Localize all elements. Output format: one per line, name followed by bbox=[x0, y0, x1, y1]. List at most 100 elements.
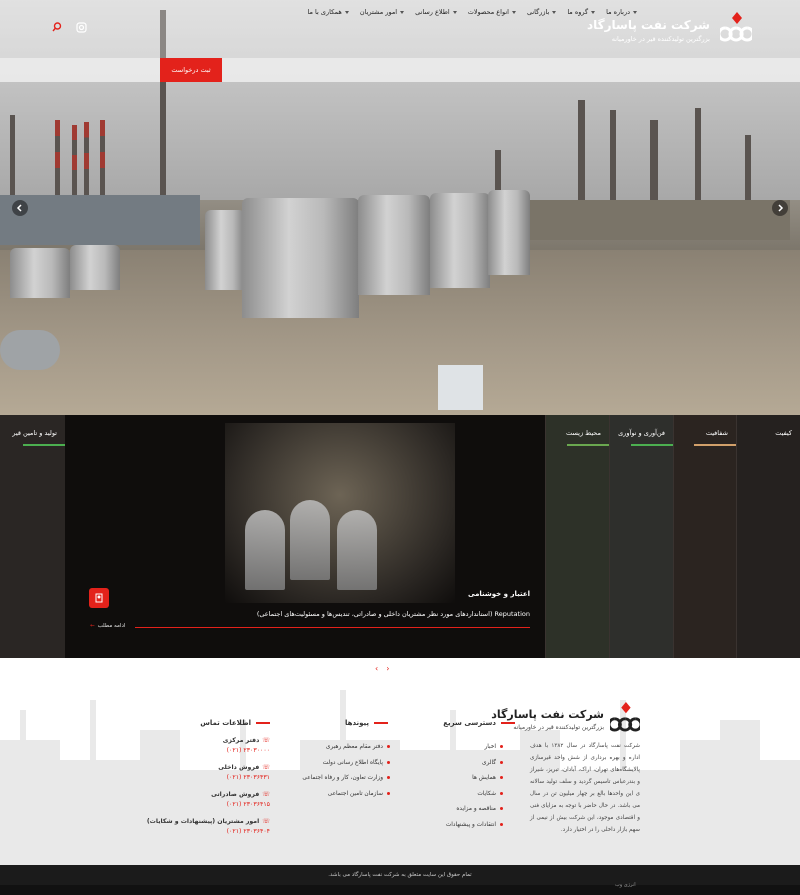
slider-pager: ‹ › bbox=[375, 664, 389, 673]
storage-tank-graphic bbox=[205, 210, 245, 290]
trophy-graphic bbox=[337, 510, 377, 590]
chevron-left-icon bbox=[16, 204, 22, 212]
nav-item-products[interactable]: انواع محصولات bbox=[468, 8, 516, 16]
refinery-structure-graphic bbox=[530, 200, 790, 240]
contact-item: ☏ امور مشتریان (پیشنهادات و شکایات) (۰۲۱)… bbox=[130, 818, 270, 835]
bottom-strip bbox=[0, 885, 800, 895]
footer-about: شرکت نفت پاسارگاد در سال ۱۳۸۲ با هدف ادا… bbox=[530, 743, 640, 833]
external-link[interactable]: پایگاه اطلاع رسانی دولت bbox=[302, 756, 390, 772]
chimney-graphic bbox=[72, 125, 77, 200]
value-active-panel: اعتبار و خوشنامی Reputation (استانداردها… bbox=[65, 415, 545, 658]
value-tab-underline bbox=[631, 444, 673, 446]
nav-item-group[interactable]: گروه ما bbox=[567, 8, 595, 16]
contact-phone[interactable]: (۰۲۱) ۲۳۰۳۶۴۱۵ bbox=[130, 801, 270, 808]
header-icons bbox=[50, 20, 88, 34]
storage-tank-graphic bbox=[488, 190, 530, 275]
external-link[interactable]: وزارت تعاون، کار و رفاه اجتماعی bbox=[302, 771, 390, 787]
value-tab-underline bbox=[23, 444, 65, 446]
chimney-graphic bbox=[100, 120, 105, 200]
slider-prev-button[interactable] bbox=[12, 200, 28, 216]
external-link[interactable]: دفتر مقام معظم رهبری bbox=[302, 740, 390, 756]
chevron-right-icon[interactable]: › bbox=[386, 664, 389, 673]
value-tab-environment[interactable]: محیط زیست bbox=[545, 415, 609, 658]
contact-list: ☏ دفتر مرکزی (۰۲۱) ۲۳۰۳۰۰۰۰ ☏ فروش داخلی (… bbox=[130, 737, 270, 845]
quick-link[interactable]: مناقصه و مزایده bbox=[446, 802, 503, 818]
quick-link[interactable]: اخبار bbox=[446, 740, 503, 756]
quick-link[interactable]: همایش ها bbox=[446, 771, 503, 787]
chimney-graphic bbox=[10, 115, 15, 200]
quick-link[interactable]: گالری bbox=[446, 756, 503, 772]
tanker-truck-graphic bbox=[0, 330, 60, 370]
request-button[interactable]: ثبت درخواست bbox=[160, 58, 222, 82]
slider-next-button[interactable] bbox=[772, 200, 788, 216]
phone-icon: ☏ bbox=[262, 737, 270, 744]
arrow-left-icon: ← bbox=[90, 623, 95, 629]
skyline-graphic bbox=[0, 690, 800, 865]
value-tab-production[interactable]: تولید و تامین قیر bbox=[0, 415, 65, 658]
read-more-label: ادامه مطلب bbox=[97, 623, 126, 629]
phone-icon: ☏ bbox=[262, 764, 270, 771]
warehouse-graphic bbox=[0, 195, 200, 245]
read-more-link[interactable]: ادامه مطلب ← bbox=[90, 623, 125, 629]
value-tab-label: فن‌آوری و نوآوری bbox=[618, 429, 665, 437]
storage-tank-graphic bbox=[242, 198, 359, 318]
links-list: دفتر مقام معظم رهبری پایگاه اطلاع رسانی … bbox=[302, 740, 390, 802]
contact-phone[interactable]: (۰۲۱) ۲۳۰۳۶۴۰۴ bbox=[130, 828, 270, 835]
contact-item: ☏ فروش صادراتی (۰۲۱) ۲۳۰۳۶۴۱۵ bbox=[130, 791, 270, 808]
chevron-left-icon[interactable]: ‹ bbox=[375, 664, 378, 673]
contact-label: فروش صادراتی bbox=[211, 791, 260, 798]
quick-link[interactable]: شکایات bbox=[446, 787, 503, 803]
trophy-graphic bbox=[245, 510, 285, 590]
values-section: کیفیت شفافیت فن‌آوری و نوآوری محیط زیست … bbox=[0, 415, 800, 658]
value-tab-underline bbox=[694, 444, 736, 446]
value-tab-label: کیفیت bbox=[775, 429, 792, 437]
value-tab-label: تولید و تامین قیر bbox=[12, 429, 57, 437]
value-tab-underline bbox=[567, 444, 609, 446]
brand-subtitle: بزرگترین تولیدکننده قیر در خاورمیانه bbox=[611, 35, 710, 43]
search-icon[interactable] bbox=[50, 20, 64, 34]
chevron-right-icon bbox=[778, 204, 784, 212]
value-tab-technology[interactable]: فن‌آوری و نوآوری bbox=[609, 415, 673, 658]
contact-label: امور مشتریان (پیشنهادات و شکایات) bbox=[146, 818, 260, 825]
copyright-bar: تمام حقوق این سایت متعلق به شرکت نفت پاس… bbox=[0, 865, 800, 885]
value-tab-label: شفافیت bbox=[705, 429, 728, 437]
nav-item-news[interactable]: اطلاع رسانی bbox=[415, 8, 457, 16]
caption-divider bbox=[135, 627, 530, 628]
value-tab-quality[interactable]: کیفیت bbox=[736, 415, 800, 658]
value-description: Reputation (استانداردهای مورد نظر مشتریا… bbox=[256, 610, 530, 618]
storage-tank-graphic bbox=[10, 248, 70, 298]
value-tab-label: محیط زیست bbox=[565, 429, 601, 437]
value-tab-transparency[interactable]: شفافیت bbox=[673, 415, 736, 658]
external-link[interactable]: سازمان تامین اجتماعی bbox=[302, 787, 390, 803]
storage-tank-graphic bbox=[70, 245, 120, 290]
value-title: اعتبار و خوشنامی bbox=[468, 590, 530, 598]
hero-slider: شرکت نفت پاسارگاد بزرگترین تولیدکننده قی… bbox=[0, 0, 800, 415]
nav-list: درباره ما گروه ما بازرگانی انواع محصولات… bbox=[307, 0, 637, 24]
main-nav bbox=[0, 58, 800, 82]
chimney-graphic bbox=[84, 122, 89, 200]
designer-credit[interactable]: انرژی وب bbox=[615, 882, 636, 888]
chimney-graphic bbox=[55, 120, 60, 200]
storage-tank-graphic bbox=[430, 193, 490, 288]
storage-tank-graphic bbox=[358, 195, 430, 295]
nav-item-commerce[interactable]: بازرگانی bbox=[527, 8, 556, 16]
nav-item-customers[interactable]: امور مشتریان bbox=[360, 8, 404, 16]
quick-link[interactable]: انتقادات و پیشنهادات bbox=[446, 818, 503, 834]
nav-item-about[interactable]: درباره ما bbox=[606, 8, 637, 16]
contact-phone[interactable]: (۰۲۱) ۲۳۰۳۰۰۰۰ bbox=[130, 747, 270, 754]
contact-label: دفتر مرکزی bbox=[222, 737, 260, 744]
footer-logo-icon bbox=[610, 701, 640, 732]
trophy-graphic bbox=[290, 500, 330, 580]
contact-label: فروش داخلی bbox=[218, 764, 260, 771]
value-caption: اعتبار و خوشنامی Reputation (استانداردها… bbox=[80, 590, 530, 618]
contact-phone[interactable]: (۰۲۱) ۲۳۰۳۶۴۳۱ bbox=[130, 774, 270, 781]
contact-item: ☏ دفتر مرکزی (۰۲۱) ۲۳۰۳۰۰۰۰ bbox=[130, 737, 270, 754]
company-logo-icon[interactable] bbox=[720, 10, 752, 44]
links-heading: پیوندها bbox=[345, 719, 388, 727]
cabin-graphic bbox=[438, 365, 483, 410]
nav-item-careers[interactable]: همکاری با ما bbox=[307, 8, 348, 16]
instagram-icon[interactable] bbox=[74, 20, 88, 34]
quick-access-list: اخبار گالری همایش ها شکایات مناقصه و مزا… bbox=[446, 740, 503, 833]
phone-icon: ☏ bbox=[262, 818, 270, 825]
phone-icon: ☏ bbox=[262, 791, 270, 798]
